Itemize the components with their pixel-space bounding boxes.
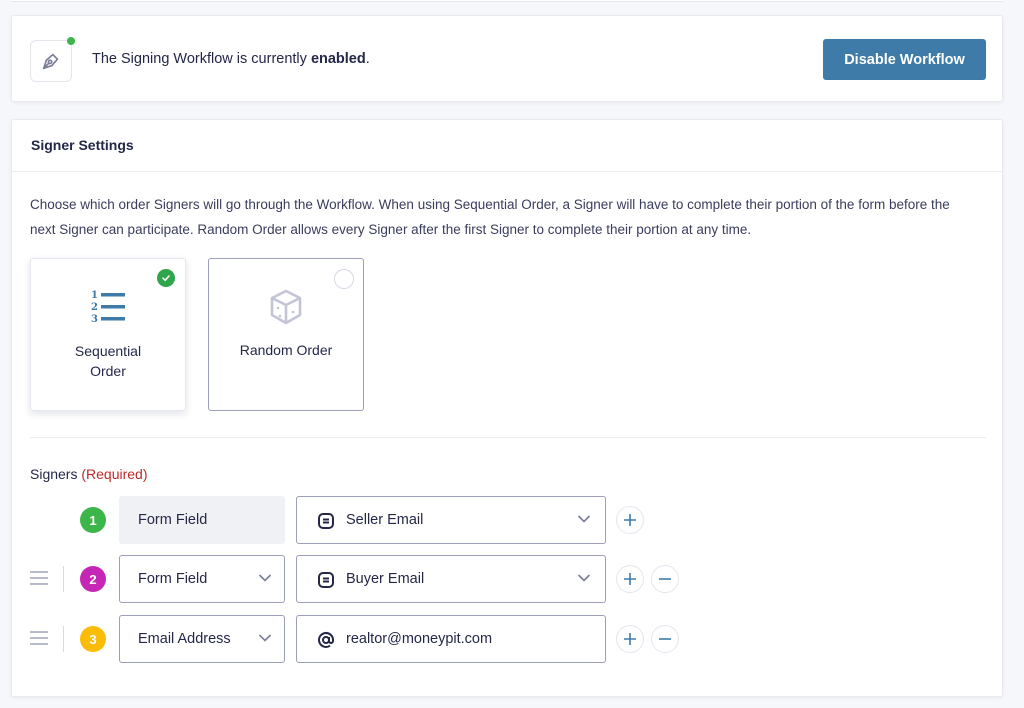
sequential-order-label: Sequential Order — [31, 341, 185, 381]
signer-settings-card: Signer Settings Choose which order Signe… — [11, 119, 1003, 697]
svg-text:3: 3 — [91, 314, 98, 325]
workflow-status-text: The Signing Workflow is currently enable… — [92, 51, 370, 67]
signer-value: Buyer Email — [346, 571, 425, 587]
form-field-icon — [318, 572, 334, 588]
status-suffix: . — [365, 51, 370, 67]
section-divider — [30, 437, 986, 438]
required-label: (Required) — [81, 466, 148, 482]
label-line-1: Sequential — [74, 343, 142, 359]
chevron-down-icon — [577, 574, 591, 582]
numbered-list-icon: 1 2 3 — [91, 290, 125, 325]
chevron-down-icon — [258, 634, 272, 642]
enabled-indicator-dot — [67, 37, 75, 45]
row-separator — [63, 566, 64, 592]
signer-order-description: Choose which order Signers will go throu… — [30, 197, 950, 237]
row-separator — [63, 626, 64, 652]
signers-heading: Signers (Required) — [30, 466, 148, 482]
signer-settings-title: Signer Settings — [12, 120, 1002, 172]
signer-type-value: Form Field — [138, 512, 208, 528]
form-field-icon — [318, 513, 334, 529]
random-order-label: Random Order — [239, 342, 333, 358]
svg-text:2: 2 — [91, 302, 98, 313]
add-signer-button[interactable] — [616, 625, 644, 653]
sequential-order-option[interactable]: 1 2 3 Sequential Order — [30, 258, 186, 411]
dice-icon — [270, 289, 302, 325]
signer-row: 3 Email Address realtor@moneypit.com — [12, 615, 1002, 663]
chevron-down-icon — [258, 574, 272, 582]
signer-row: 2 Form Field Buyer Email — [12, 555, 1002, 603]
signer-type-value: Form Field — [138, 571, 208, 587]
previous-card-edge — [11, 0, 1003, 2]
plus-icon — [624, 633, 636, 645]
signer-type-dropdown[interactable]: Form Field — [119, 555, 285, 603]
plus-icon — [624, 514, 636, 526]
at-sign-icon — [318, 631, 335, 648]
pen-nib-icon — [42, 53, 59, 70]
signer-email-input[interactable]: realtor@moneypit.com — [296, 615, 606, 663]
svg-text:1: 1 — [91, 290, 98, 301]
signing-icon-box — [30, 37, 75, 82]
signer-value-dropdown[interactable]: Buyer Email — [296, 555, 606, 603]
remove-signer-button[interactable] — [651, 625, 679, 653]
signer-number-badge: 3 — [80, 626, 106, 652]
drag-handle[interactable] — [30, 571, 48, 585]
unselected-radio-icon[interactable] — [334, 269, 354, 289]
signer-row: 1 Form Field Seller Email — [12, 496, 1002, 544]
minus-icon — [659, 578, 671, 580]
workflow-status-card: The Signing Workflow is currently enable… — [11, 15, 1003, 102]
add-signer-button[interactable] — [616, 506, 644, 534]
minus-icon — [659, 638, 671, 640]
signer-type-dropdown[interactable]: Email Address — [119, 615, 285, 663]
signer-number-badge: 2 — [80, 566, 106, 592]
remove-signer-button[interactable] — [651, 565, 679, 593]
status-prefix: The Signing Workflow is currently — [92, 51, 311, 67]
signer-value: realtor@moneypit.com — [346, 631, 493, 647]
plus-icon — [624, 573, 636, 585]
status-state: enabled — [310, 51, 366, 67]
random-order-option[interactable]: Random Order — [208, 258, 364, 411]
chevron-down-icon — [577, 515, 591, 523]
signer-type-field: Form Field — [119, 496, 285, 544]
signers-label: Signers — [30, 466, 78, 482]
disable-workflow-button[interactable]: Disable Workflow — [823, 39, 986, 80]
label-line-2: Order — [90, 363, 126, 379]
signer-type-value: Email Address — [138, 631, 231, 647]
signer-number-badge: 1 — [80, 507, 106, 533]
signer-value: Seller Email — [346, 512, 424, 528]
drag-handle[interactable] — [30, 631, 48, 645]
signer-value-dropdown[interactable]: Seller Email — [296, 496, 606, 544]
add-signer-button[interactable] — [616, 565, 644, 593]
selected-check-icon — [157, 269, 175, 287]
